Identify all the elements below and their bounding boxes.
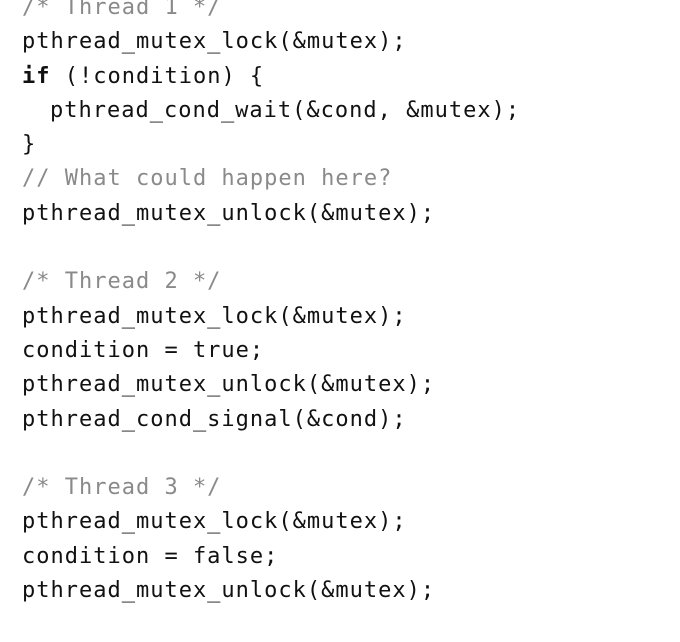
- if-keyword: if: [22, 63, 51, 89]
- thread2-signal-line: pthread_cond_signal(&cond);: [22, 406, 407, 432]
- thread1-comment: /* Thread 1 */: [22, 0, 222, 20]
- code-block: /* Thread 1 */ pthread_mutex_lock(&mutex…: [22, 0, 520, 608]
- thread2-comment: /* Thread 2 */: [22, 269, 222, 295]
- thread3-lock-line: pthread_mutex_lock(&mutex);: [22, 509, 407, 535]
- thread3-set-false-line: condition = false;: [22, 543, 279, 569]
- thread1-if-line: if (!condition) {: [22, 60, 520, 94]
- thread2-set-true-line: condition = true;: [22, 337, 265, 363]
- if-condition: (!condition) {: [50, 63, 265, 89]
- thread2-unlock-line: pthread_mutex_unlock(&mutex);: [22, 372, 436, 398]
- thread1-lock-line: pthread_mutex_lock(&mutex);: [22, 29, 407, 55]
- thread3-comment: /* Thread 3 */: [22, 475, 222, 501]
- thread1-question-comment: // What could happen here?: [22, 166, 393, 192]
- thread1-wait-line: pthread_cond_wait(&cond, &mutex);: [50, 97, 521, 123]
- thread2-lock-line: pthread_mutex_lock(&mutex);: [22, 303, 407, 329]
- thread1-unlock-line: pthread_mutex_unlock(&mutex);: [22, 200, 436, 226]
- thread3-unlock-line: pthread_mutex_unlock(&mutex);: [22, 578, 436, 604]
- thread1-close-brace: }: [22, 132, 37, 158]
